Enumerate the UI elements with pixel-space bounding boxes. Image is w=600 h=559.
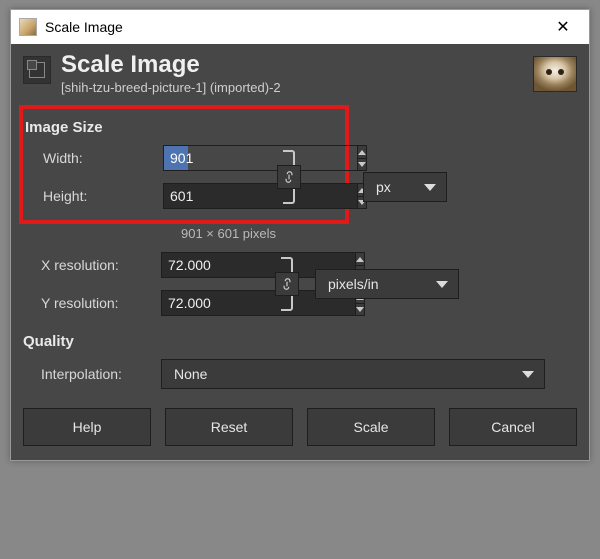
pixel-dimensions-text: 901 × 601 pixels bbox=[181, 226, 577, 241]
chevron-down-icon bbox=[356, 307, 364, 312]
chevron-down-icon bbox=[436, 281, 448, 288]
width-label: Width: bbox=[43, 150, 163, 166]
x-resolution-step-up[interactable] bbox=[356, 253, 364, 266]
y-resolution-spinner[interactable] bbox=[161, 290, 271, 316]
resolution-unit-dropdown[interactable]: pixels/in bbox=[315, 269, 459, 299]
scale-image-icon bbox=[23, 56, 51, 84]
reset-button[interactable]: Reset bbox=[165, 408, 293, 446]
chevron-down-icon bbox=[358, 162, 366, 167]
dialog-title: Scale Image bbox=[61, 52, 281, 78]
x-resolution-label: X resolution: bbox=[41, 257, 161, 273]
size-lock-chain bbox=[277, 146, 305, 208]
dialog-subtitle: [shih-tzu-breed-picture-1] (imported)-2 bbox=[61, 80, 281, 95]
interpolation-label: Interpolation: bbox=[41, 366, 161, 382]
interpolation-value: None bbox=[174, 366, 207, 382]
scale-button[interactable]: Scale bbox=[307, 408, 435, 446]
image-size-highlight: Image Size Width: bbox=[19, 105, 349, 224]
width-spinner[interactable] bbox=[163, 145, 273, 171]
width-step-up[interactable] bbox=[358, 146, 366, 159]
dialog-header: Scale Image [shih-tzu-breed-picture-1] (… bbox=[23, 52, 577, 95]
scale-image-dialog: Scale Image ✕ Scale Image [shih-tzu-bree… bbox=[10, 9, 590, 461]
interpolation-dropdown[interactable]: None bbox=[161, 359, 545, 389]
chevron-down-icon bbox=[424, 184, 436, 191]
window-titlebar: Scale Image ✕ bbox=[11, 10, 589, 44]
size-unit-dropdown[interactable]: px bbox=[363, 172, 447, 202]
window-close-button[interactable]: ✕ bbox=[541, 12, 585, 42]
size-unit-value: px bbox=[376, 179, 391, 195]
quality-heading: Quality bbox=[23, 333, 577, 350]
x-resolution-spinner[interactable] bbox=[161, 252, 271, 278]
chain-link-icon bbox=[282, 170, 296, 184]
app-icon bbox=[19, 18, 37, 36]
cancel-button[interactable]: Cancel bbox=[449, 408, 577, 446]
y-resolution-step-down[interactable] bbox=[356, 304, 364, 316]
image-thumbnail bbox=[533, 56, 577, 92]
dialog-actions: Help Reset Scale Cancel bbox=[23, 408, 577, 446]
resolution-lock-chain bbox=[275, 253, 303, 315]
image-size-heading: Image Size bbox=[25, 119, 337, 136]
window-title: Scale Image bbox=[45, 19, 541, 35]
height-label: Height: bbox=[43, 188, 163, 204]
chain-link-icon bbox=[280, 277, 294, 291]
chevron-down-icon bbox=[522, 371, 534, 378]
chevron-up-icon bbox=[358, 150, 366, 155]
resolution-lock-button[interactable] bbox=[275, 272, 299, 296]
dialog-body: Scale Image [shih-tzu-breed-picture-1] (… bbox=[11, 44, 589, 460]
chevron-up-icon bbox=[356, 257, 364, 262]
width-step-down[interactable] bbox=[358, 159, 366, 171]
y-resolution-label: Y resolution: bbox=[41, 295, 161, 311]
width-input[interactable] bbox=[163, 145, 357, 171]
close-icon: ✕ bbox=[556, 17, 569, 37]
height-input[interactable] bbox=[163, 183, 357, 209]
resolution-unit-value: pixels/in bbox=[328, 276, 379, 292]
aspect-ratio-lock-button[interactable] bbox=[277, 165, 301, 189]
height-spinner[interactable] bbox=[163, 183, 273, 209]
help-button[interactable]: Help bbox=[23, 408, 151, 446]
